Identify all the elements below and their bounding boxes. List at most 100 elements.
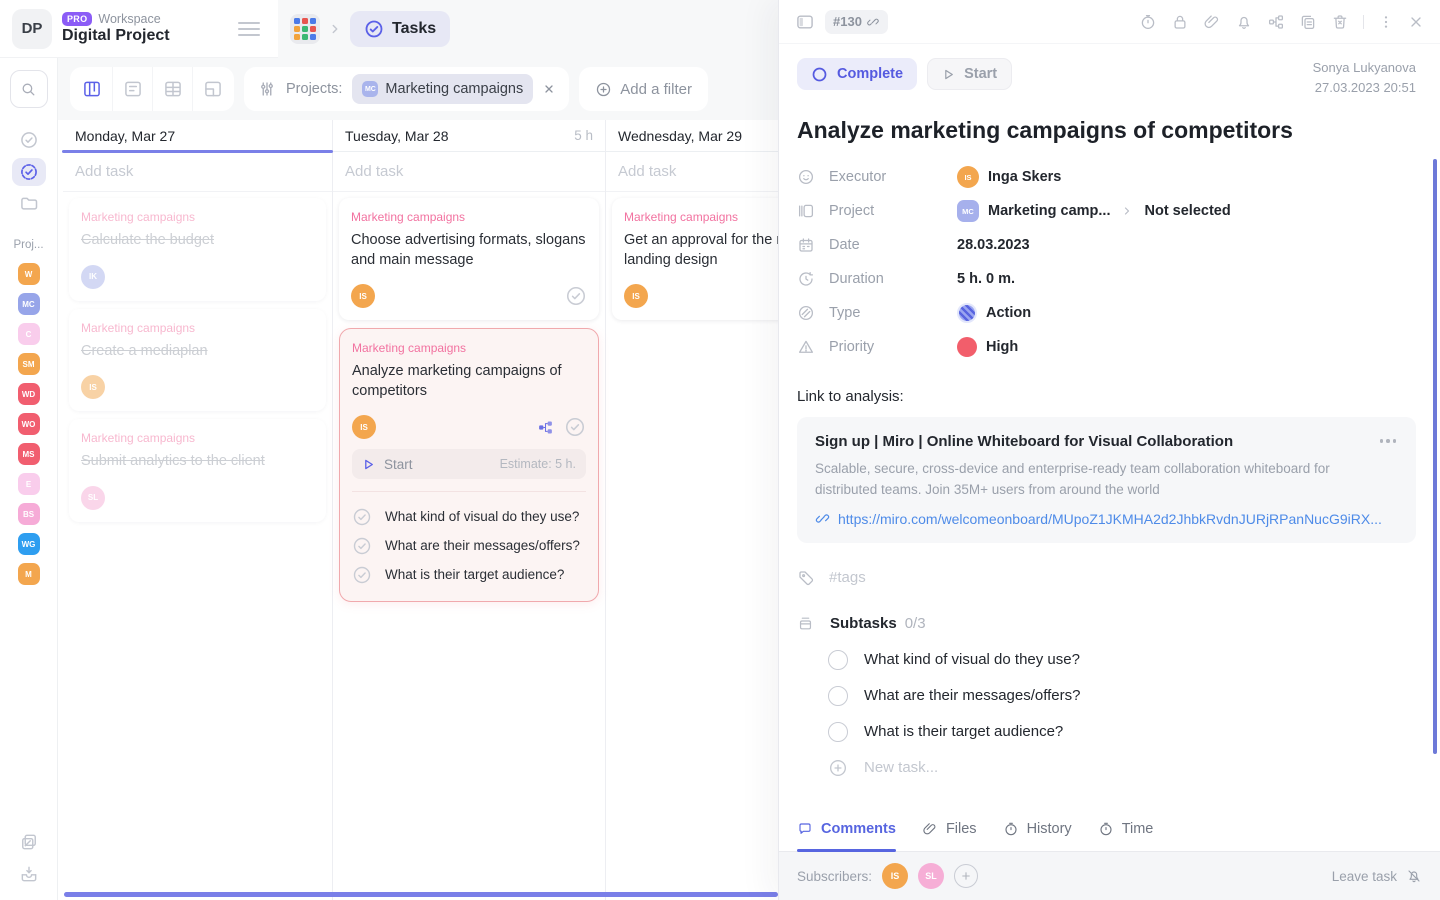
remove-filter-icon[interactable] [543,83,555,95]
attachment-icon[interactable] [1203,13,1221,31]
sidebar-item-tasks-active[interactable] [12,158,46,186]
menu-icon[interactable] [238,22,260,36]
table-view-button[interactable] [152,67,192,111]
complete-task-icon[interactable] [564,416,586,438]
link-preview-card[interactable]: Sign up | Miro | Online Whiteboard for V… [797,417,1416,543]
priority-value[interactable]: High [957,337,1018,357]
check-circle-icon[interactable] [352,536,372,556]
duration-value[interactable]: 5 h. 0 m. [957,271,1015,287]
workspace-info[interactable]: PRO Workspace Digital Project [62,12,238,45]
subscriber-avatar[interactable]: SL [918,863,944,889]
new-subtask-input[interactable]: New task... [828,750,1416,786]
task-card-selected[interactable]: Marketing campaigns Analyze marketing ca… [339,328,599,602]
check-circle-icon[interactable] [352,507,372,527]
subtask-row[interactable]: What are their messages/offers? [828,678,1416,714]
sidebar-item-folders[interactable] [19,193,39,213]
add-subscriber-button[interactable] [954,864,978,888]
card-project-label: Marketing campaigns [351,210,587,224]
add-filter-button[interactable]: Add a filter [579,67,708,111]
add-task-input[interactable]: Add task [63,152,332,192]
start-button[interactable]: Start [927,58,1012,90]
notification-bell-icon[interactable] [1235,13,1253,31]
task-card[interactable]: Marketing campaigns Choose advertising f… [339,198,599,320]
project-avatar[interactable]: MC [18,293,40,315]
project-avatar[interactable]: W [18,263,40,285]
subtask-checkbox[interactable] [828,650,848,670]
date-value[interactable]: 28.03.2023 [957,237,1030,253]
project-value[interactable]: MC Marketing camp... Not selected [957,200,1231,222]
tab-comments[interactable]: Comments [797,806,896,851]
assignee-avatar[interactable]: IS [351,284,375,308]
project-avatar[interactable]: WG [18,533,40,555]
list-view-button[interactable] [112,67,152,111]
search-button[interactable] [10,70,48,108]
task-card[interactable]: Marketing campaigns Calculate the budget… [69,198,326,301]
task-card[interactable]: Marketing campaigns Submit analytics to … [69,419,326,522]
close-panel-icon[interactable] [1408,14,1424,30]
timeline-view-button[interactable] [192,67,232,111]
board-not-selected[interactable]: Not selected [1144,203,1230,219]
link-url[interactable]: https://miro.com/welcomeonboard/MUpoZ1JK… [815,511,1398,527]
assignee-avatar[interactable]: SL [81,486,105,510]
duplicate-icon[interactable] [1299,13,1317,31]
card-subtask[interactable]: What are their messages/offers? [352,531,586,560]
type-value[interactable]: Action [957,303,1031,323]
tab-time[interactable]: Time [1098,806,1154,851]
tab-files[interactable]: Files [922,806,977,851]
subscriber-avatar[interactable]: IS [882,863,908,889]
tab-tasks[interactable]: Tasks [350,11,450,47]
delete-icon[interactable] [1331,13,1349,31]
vertical-scrollbar[interactable] [1433,159,1437,754]
subtask-title[interactable]: What kind of visual do they use? [864,651,1080,668]
project-avatar[interactable]: SM [18,353,40,375]
project-avatar[interactable]: MS [18,443,40,465]
project-avatar[interactable]: E [18,473,40,495]
project-avatar[interactable]: C [18,323,40,345]
subtasks-tree-icon[interactable] [1267,13,1285,31]
executor-value[interactable]: IS Inga Skers [957,166,1061,188]
tab-history[interactable]: History [1003,806,1072,851]
apps-grid-icon[interactable] [290,14,320,44]
leave-task-button[interactable]: Leave task [1332,868,1422,884]
add-task-input[interactable]: Add task [606,152,778,192]
task-title[interactable]: Analyze marketing campaigns of competito… [797,117,1416,144]
task-card[interactable]: Marketing campaigns Create a mediaplan I… [69,309,326,412]
add-task-input[interactable]: Add task [333,152,605,192]
archive-button[interactable] [19,864,39,884]
subtask-checkbox[interactable] [828,686,848,706]
horizontal-scrollbar[interactable] [64,892,778,897]
project-avatar[interactable]: WD [18,383,40,405]
board-view-button[interactable] [72,67,112,111]
check-circle-icon[interactable] [352,565,372,585]
filter-chip-marketing-campaigns[interactable]: MC Marketing campaigns [352,74,533,104]
assignee-avatar[interactable]: IS [352,415,376,439]
start-timer-bar[interactable]: Start Estimate: 5 h. [352,449,586,479]
complete-button[interactable]: Complete [797,58,917,90]
task-id-chip[interactable]: #130 [825,10,888,34]
task-card[interactable]: Marketing campaigns Get an approval for … [612,198,778,320]
filter-sliders-icon[interactable] [258,80,276,98]
card-subtask[interactable]: What is their target audience? [352,560,586,589]
collapse-panel-icon[interactable] [795,12,815,32]
workspace-logo[interactable]: DP [12,9,52,49]
project-avatar[interactable]: M [18,563,40,585]
more-options-icon[interactable] [1378,14,1394,30]
subtask-row[interactable]: What kind of visual do they use? [828,642,1416,678]
assignee-avatar[interactable]: IS [624,284,648,308]
lock-icon[interactable] [1171,13,1189,31]
subtask-title[interactable]: What is their target audience? [864,723,1063,740]
subtask-title[interactable]: What are their messages/offers? [864,687,1081,704]
subtask-row[interactable]: What is their target audience? [828,714,1416,750]
assignee-avatar[interactable]: IK [81,265,105,289]
assignee-avatar[interactable]: IS [81,375,105,399]
project-avatar[interactable]: BS [18,503,40,525]
subtask-checkbox[interactable] [828,722,848,742]
timer-icon[interactable] [1139,13,1157,31]
complete-task-icon[interactable] [565,285,587,307]
sidebar-item-my-tasks[interactable] [19,130,39,150]
tags-input[interactable]: #tags [797,569,1416,587]
templates-button[interactable] [19,832,39,852]
project-avatar[interactable]: WO [18,413,40,435]
card-subtask[interactable]: What kind of visual do they use? [352,502,586,531]
link-options-icon[interactable] [1378,433,1399,449]
